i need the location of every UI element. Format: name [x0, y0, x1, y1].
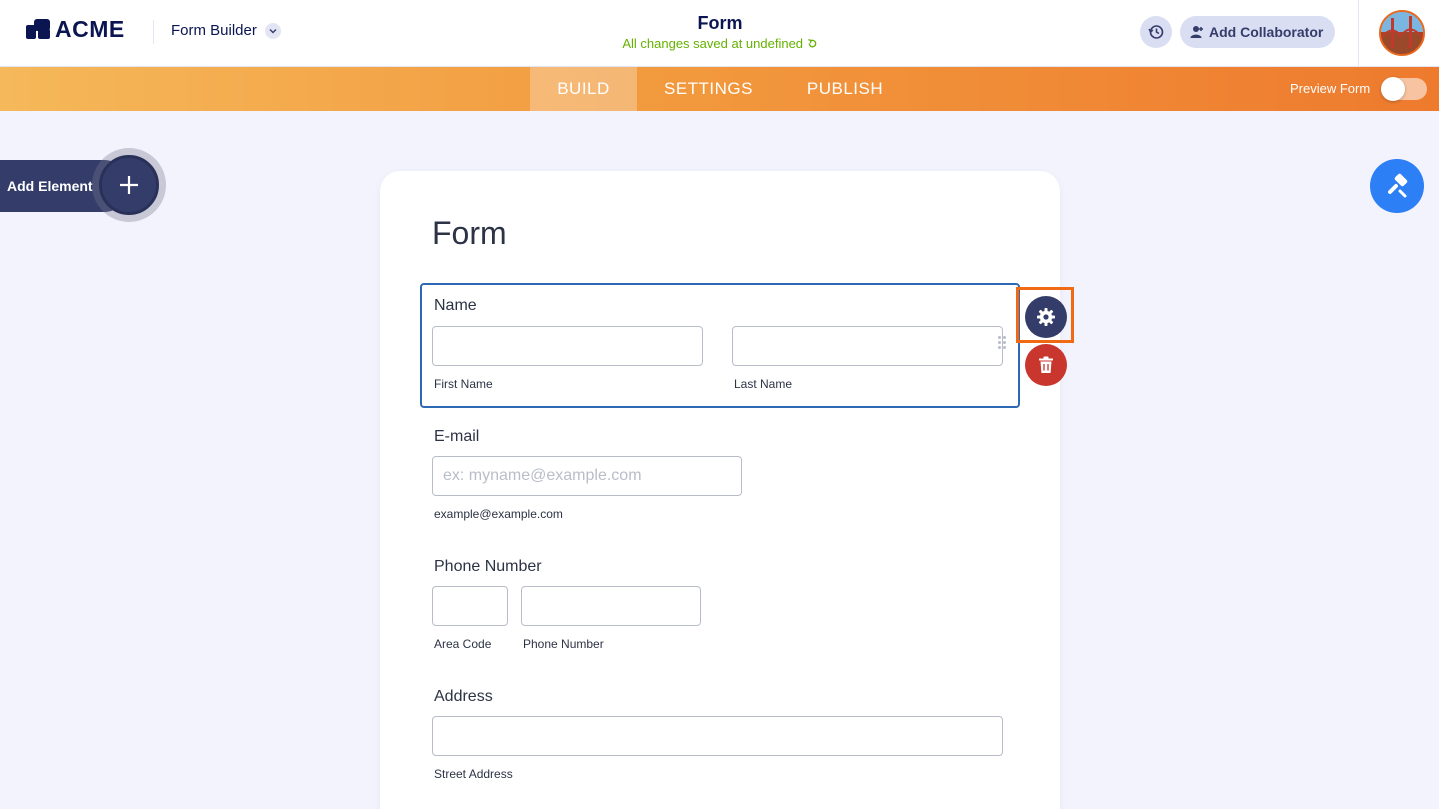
- street-address-input[interactable]: [432, 716, 1003, 756]
- paint-roller-icon: [1388, 173, 1408, 198]
- phone-number-input[interactable]: [521, 586, 701, 626]
- user-avatar[interactable]: [1379, 10, 1425, 56]
- email-input[interactable]: ex: myname@example.com: [432, 456, 742, 496]
- chevron-down-icon: [264, 22, 281, 39]
- last-name-input[interactable]: [732, 326, 1003, 366]
- header-center: Form All changes saved at undefined: [520, 12, 920, 52]
- plus-icon: [120, 176, 138, 194]
- email-placeholder: ex: myname@example.com: [443, 467, 642, 484]
- history-icon: [1148, 25, 1164, 39]
- email-sublabel: example@example.com: [434, 507, 563, 521]
- tab-build[interactable]: BUILD: [530, 67, 637, 111]
- toggle-knob: [1381, 77, 1405, 101]
- phone-number-sublabel: Phone Number: [523, 637, 604, 651]
- field-properties-button[interactable]: [1025, 296, 1067, 338]
- delete-field-button[interactable]: [1025, 344, 1067, 386]
- preview-form-label: Preview Form: [1290, 81, 1371, 96]
- tab-settings[interactable]: SETTINGS: [643, 67, 774, 111]
- first-name-input[interactable]: [432, 326, 703, 366]
- add-element-label: Add Element: [7, 178, 93, 194]
- address-field-label: Address: [434, 688, 493, 705]
- acme-logo-mark-icon: [26, 17, 50, 41]
- area-code-sublabel: Area Code: [434, 637, 492, 651]
- history-button[interactable]: [1140, 16, 1172, 48]
- save-status-text: All changes saved at undefined: [622, 36, 804, 51]
- preview-form-toggle[interactable]: [1381, 77, 1427, 101]
- header-divider: [153, 20, 154, 44]
- email-field-label: E-mail: [434, 428, 480, 445]
- tab-publish[interactable]: PUBLISH: [790, 67, 900, 111]
- app-switcher[interactable]: Form Builder: [171, 22, 281, 39]
- avatar-photo-icon: [1381, 12, 1423, 54]
- logo-text: ACME: [55, 15, 125, 42]
- area-code-input[interactable]: [432, 586, 508, 626]
- name-field-label: Name: [434, 297, 477, 314]
- header-divider-right: [1358, 0, 1359, 67]
- street-address-sublabel: Street Address: [434, 767, 513, 781]
- refresh-icon[interactable]: [807, 36, 818, 51]
- drag-handle-icon[interactable]: [998, 336, 1008, 354]
- save-status: All changes saved at undefined: [520, 35, 920, 52]
- top-header: ACME Form Builder Form All changes saved…: [0, 0, 1439, 67]
- add-element-button[interactable]: [99, 155, 159, 215]
- app-switcher-label: Form Builder: [171, 22, 257, 39]
- trash-icon: [1039, 356, 1053, 373]
- form-title[interactable]: Form: [432, 215, 507, 252]
- phone-field-label: Phone Number: [434, 558, 542, 575]
- add-user-icon: [1190, 26, 1203, 38]
- add-collaborator-button[interactable]: Add Collaborator: [1180, 16, 1336, 48]
- gear-icon: [1037, 308, 1055, 326]
- form-name-title[interactable]: Form: [520, 12, 920, 34]
- builder-navbar: BUILD SETTINGS PUBLISH Preview Form: [0, 67, 1439, 111]
- add-collaborator-label: Add Collaborator: [1209, 24, 1324, 40]
- first-name-sublabel: First Name: [434, 377, 493, 391]
- form-designer-button[interactable]: [1370, 159, 1424, 213]
- last-name-sublabel: Last Name: [734, 377, 793, 391]
- acme-logo[interactable]: ACME: [26, 16, 125, 42]
